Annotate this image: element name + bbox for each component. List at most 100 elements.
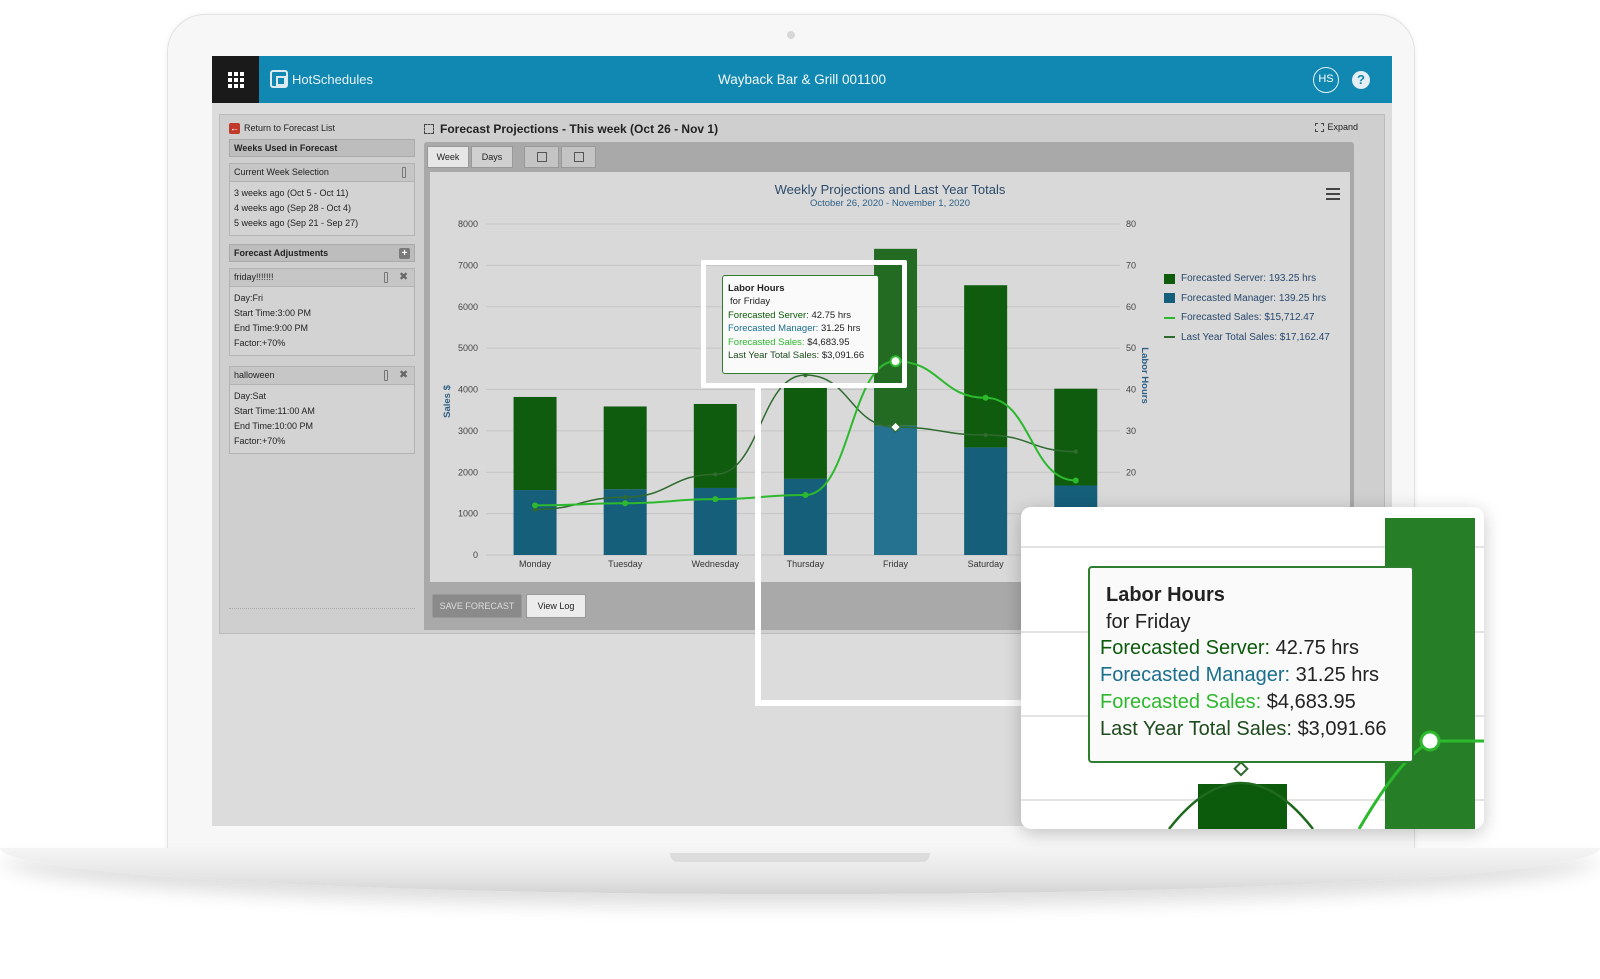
pencil-icon[interactable] [402, 167, 406, 178]
legend-swatch [1164, 336, 1175, 339]
marker-last-year [622, 494, 628, 500]
adjustment-end: End Time:10:00 PM [234, 421, 314, 431]
legend-item-sales[interactable]: Forecasted Sales: $15,712.47 [1164, 308, 1330, 328]
chart-tooltip: Labor Hours for Friday Forecasted Server… [722, 275, 879, 374]
bar-manager [513, 490, 557, 555]
expand-button[interactable]: Expand [1315, 122, 1358, 132]
week-item: 3 weeks ago (Oct 5 - Oct 11) [234, 188, 349, 198]
y2-tick-label: 60 [1126, 302, 1136, 312]
week-item: 4 weeks ago (Sep 28 - Oct 4) [234, 203, 352, 213]
week-item: 5 weeks ago (Sep 21 - Sep 27) [234, 218, 359, 228]
close-icon[interactable]: ✖ [399, 369, 408, 381]
y2-tick-label: 50 [1126, 343, 1136, 353]
adjustment-name-row: friday!!!!!!! ✖ [230, 269, 414, 287]
adjustment-name: halloween [234, 370, 275, 380]
y-tick-label: 4000 [458, 385, 478, 395]
legend-swatch [1164, 316, 1175, 319]
tooltip-server: Forecasted Server: 42.75 hrs [728, 309, 852, 321]
x-tick-label: Monday [519, 559, 552, 569]
table-view-button[interactable] [561, 146, 596, 168]
y2-tick-label: 20 [1126, 467, 1136, 477]
pencil-icon[interactable] [384, 272, 388, 283]
marketing-stage: { "header": { "app_name": "HotSchedules"… [0, 0, 1600, 979]
tooltip-manager: Forecasted Manager: 31.25 hrs [728, 323, 861, 335]
adjustment-factor: Factor:+70% [234, 436, 286, 446]
store-title: Wayback Bar & Grill 001100 [717, 72, 887, 87]
legend-item-last-year[interactable]: Last Year Total Sales: $17,162.47 [1164, 328, 1330, 348]
adjustment-name: friday!!!!!!! [234, 272, 274, 282]
x-tick-label: Wednesday [692, 559, 740, 569]
zoom-tooltip-title: Labor Hours [1106, 584, 1225, 606]
y-tick-label: 0 [473, 550, 478, 560]
pencil-icon[interactable] [384, 370, 388, 381]
adjustment-details: Day:Fri Start Time:3:00 PM End Time:9:00… [230, 287, 414, 355]
bar-server [603, 406, 647, 490]
bar-chart-icon [537, 152, 547, 162]
marker-sales [712, 496, 719, 503]
current-week-text: Current Week Selection [234, 167, 329, 177]
zoom-tooltip-subtitle: for Friday [1106, 610, 1191, 633]
adjustment-start: Start Time:11:00 AM [234, 406, 315, 416]
tooltip-title: Labor Hours [728, 283, 785, 294]
view-log-button[interactable]: View Log [526, 594, 586, 618]
bar-server [513, 396, 557, 491]
zoom-tooltip-manager: Forecasted Manager: 31.25 hrs [1100, 664, 1380, 687]
zoom-marker [1419, 730, 1441, 752]
y2-axis-label: Labor Hours [1139, 347, 1150, 403]
adjustment-start: Start Time:3:00 PM [234, 308, 312, 318]
adjustment-name-row: halloween ✖ [230, 367, 414, 385]
zoom-tooltip-last-year: Last Year Total Sales: $3,091.66 [1100, 717, 1387, 740]
bar-manager [874, 425, 918, 555]
legend-label: Last Year Total Sales: $17,162.47 [1181, 331, 1330, 343]
fullscreen-icon [424, 124, 434, 134]
x-tick-label: Saturday [968, 559, 1005, 569]
legend-item-manager[interactable]: Forecasted Manager: 139.25 hrs [1164, 289, 1330, 309]
tab-days[interactable]: Days [471, 146, 513, 168]
save-forecast-button[interactable]: SAVE FORECAST [432, 594, 522, 618]
tab-week[interactable]: Week [427, 146, 469, 168]
weeks-list: 3 weeks ago (Oct 5 - Oct 11) 4 weeks ago… [230, 182, 414, 235]
bar-chart-view-button[interactable] [524, 146, 559, 168]
legend-label: Forecasted Sales: $15,712.47 [1181, 312, 1315, 323]
bar-server [964, 285, 1008, 448]
adjustment-day: Day:Fri [234, 293, 264, 303]
current-week-box: Current Week Selection 3 weeks ago (Oct … [229, 163, 415, 236]
zoom-tooltip-sales: Forecasted Sales: $4,683.95 [1100, 690, 1356, 713]
marker-last-year [713, 472, 718, 477]
help-icon[interactable]: ? [1352, 71, 1370, 89]
marker-sales [1072, 477, 1079, 484]
y2-tick-label: 80 [1126, 219, 1136, 229]
legend-label: Forecasted Server: 193.25 hrs [1181, 273, 1317, 284]
bar-manager [964, 447, 1008, 555]
callout-connector [755, 386, 761, 706]
user-avatar[interactable]: HS [1313, 67, 1339, 93]
legend-item-server[interactable]: Forecasted Server: 193.25 hrs [1164, 269, 1330, 289]
adjustment-card: halloween ✖ Day:Sat Start Time:11:00 AM … [229, 366, 415, 454]
marker-sales [622, 500, 629, 507]
adjustments-heading-text: Forecast Adjustments [234, 248, 329, 258]
y-tick-label: 3000 [458, 426, 478, 436]
return-to-forecast-list-link[interactable]: ← Return to Forecast List [229, 120, 415, 136]
marker-sales [532, 502, 539, 509]
forecast-sidebar: ← Return to Forecast List Weeks Used in … [229, 120, 415, 610]
marker-last-year [1073, 449, 1078, 454]
arrow-left-icon: ← [229, 122, 240, 134]
weeks-used-heading: Weeks Used in Forecast [229, 139, 415, 157]
y2-tick-label: 40 [1126, 385, 1136, 395]
y-tick-label: 6000 [458, 302, 478, 312]
adjustment-details: Day:Sat Start Time:11:00 AM End Time:10:… [230, 385, 414, 453]
add-adjustment-icon[interactable]: + [399, 248, 410, 259]
laptop-camera [787, 31, 795, 39]
view-tabs: Week Days [424, 142, 1354, 172]
y2-tick-label: 70 [1126, 260, 1136, 270]
expand-label: Expand [1327, 122, 1358, 132]
top-bar: HotSchedules Wayback Bar & Grill 001100 … [212, 56, 1392, 103]
divider [229, 608, 415, 609]
y-tick-label: 5000 [458, 343, 478, 353]
legend-swatch [1164, 293, 1175, 304]
page-title: Forecast Projections - This week (Oct 26… [424, 120, 718, 138]
tooltip-last-year: Last Year Total Sales: $3,091.66 [728, 350, 865, 362]
y-tick-label: 8000 [458, 219, 478, 229]
close-icon[interactable]: ✖ [399, 271, 408, 283]
adjustment-card: friday!!!!!!! ✖ Day:Fri Start Time:3:00 … [229, 268, 415, 356]
